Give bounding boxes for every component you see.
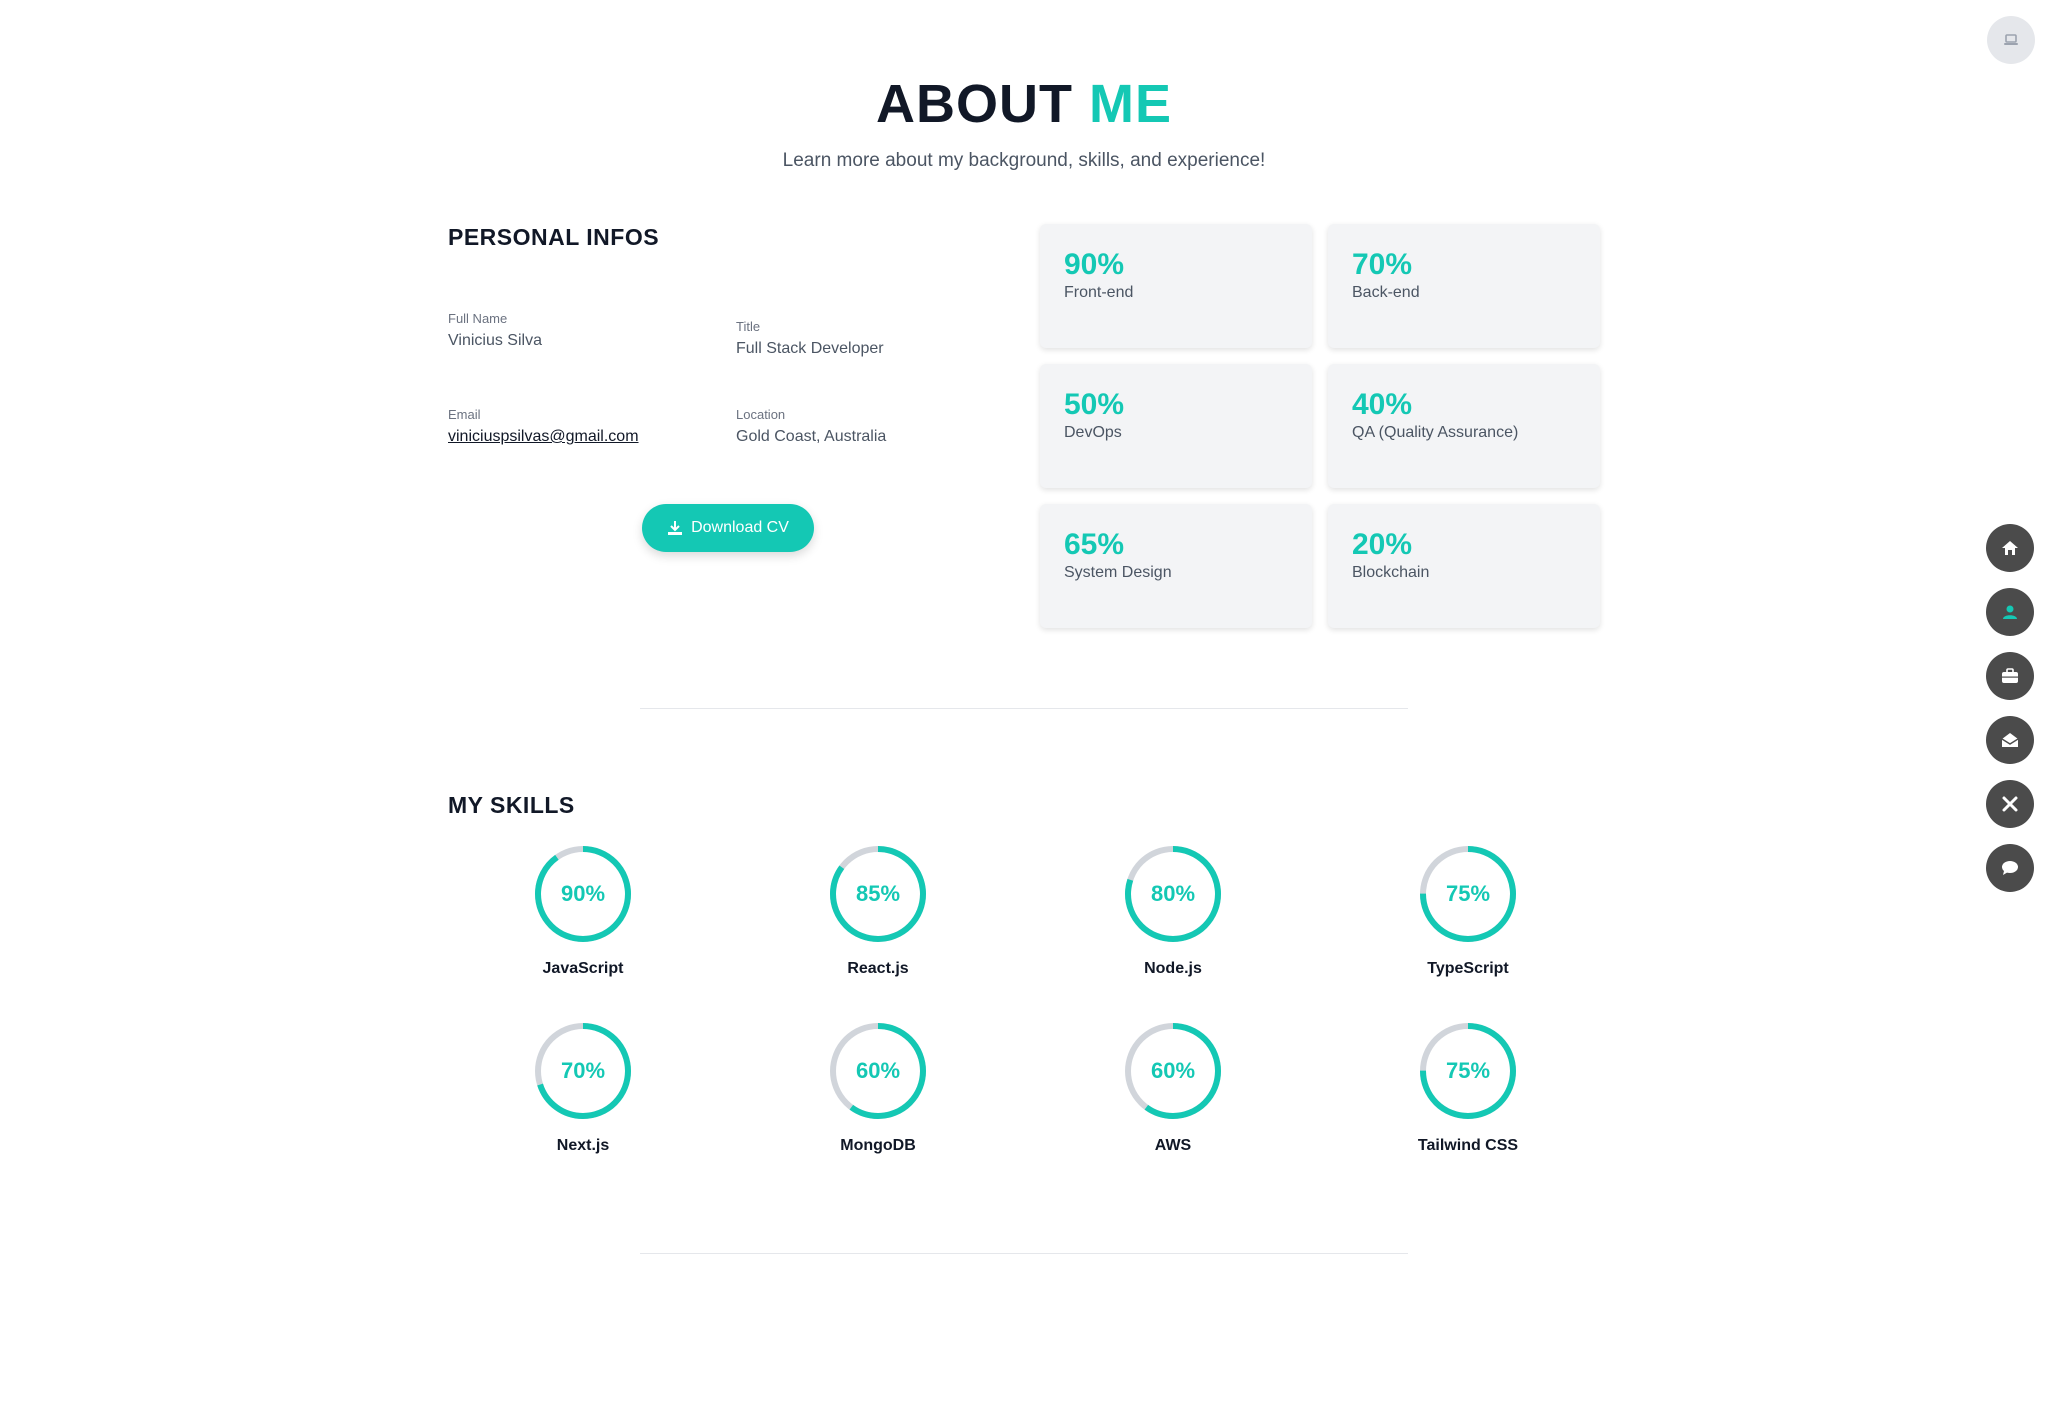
skill-item: 60% MongoDB — [788, 1021, 968, 1155]
skill-ring: 75% — [1418, 844, 1518, 944]
info-full-name: Full Name Vinicius Silva — [448, 311, 542, 350]
skill-item: 75% TypeScript — [1378, 844, 1558, 978]
stat-percent: 40% — [1352, 388, 1413, 421]
skill-item: 60% AWS — [1083, 1021, 1263, 1155]
section-divider — [640, 708, 1408, 709]
download-icon — [668, 521, 683, 535]
info-label: Full Name — [448, 311, 508, 326]
info-label: Location — [736, 407, 786, 422]
info-value: Gold Coast, Australia — [736, 428, 887, 445]
briefcase-icon — [2002, 668, 2018, 683]
info-location: Location Gold Coast, Australia — [736, 407, 886, 446]
info-label: Email — [448, 407, 481, 422]
stat-card: 70% Back-end — [1328, 224, 1600, 348]
stat-name: System Design — [1064, 564, 1172, 581]
side-nav — [1986, 524, 2034, 908]
stat-name: Blockchain — [1352, 564, 1430, 581]
skill-ring: 75% — [1418, 1021, 1518, 1121]
skill-percent: 75% — [1445, 881, 1491, 906]
download-cv-button[interactable]: Download CV — [642, 504, 814, 552]
stat-card: 90% Front-end — [1040, 224, 1312, 348]
stat-name: Back-end — [1352, 284, 1420, 301]
skill-ring: 80% — [1123, 844, 1223, 944]
personal-info-grid: Full Name Vinicius Silva Title Full Stac… — [448, 251, 1020, 451]
skill-item: 85% React.js — [788, 844, 968, 978]
skill-percent: 70% — [560, 1058, 606, 1083]
stats-grid: 90% Front-end 70% Back-end 50% DevOps 40… — [1040, 224, 1602, 628]
skill-item: 75% Tailwind CSS — [1378, 1021, 1558, 1155]
skill-name: JavaScript — [542, 960, 624, 977]
personal-infos: PERSONAL INFOS Full Name Vinicius Silva … — [448, 224, 1020, 451]
page-subtitle: Learn more about my background, skills, … — [782, 150, 1266, 171]
skills-title: MY SKILLS — [448, 792, 575, 818]
page-header: ABOUT ME Learn more about my background,… — [0, 72, 2048, 172]
nav-home-button[interactable] — [1986, 524, 2034, 572]
info-value: Full Stack Developer — [736, 340, 884, 357]
skill-name: TypeScript — [1427, 960, 1509, 977]
skill-ring: 60% — [1123, 1021, 1223, 1121]
skill-name: React.js — [847, 960, 909, 977]
stat-percent: 65% — [1064, 528, 1125, 561]
skill-percent: 75% — [1445, 1058, 1491, 1083]
section-divider — [640, 1253, 1408, 1254]
skill-percent: 85% — [855, 881, 901, 906]
stat-card: 20% Blockchain — [1328, 504, 1600, 628]
user-icon — [2003, 605, 2017, 619]
skill-percent: 80% — [1150, 881, 1196, 906]
mail-icon — [2001, 733, 2019, 747]
skill-ring: 60% — [828, 1021, 928, 1121]
email-link[interactable]: viniciuspsilvas@gmail.com — [448, 428, 639, 446]
nav-portfolio-button[interactable] — [1986, 652, 2034, 700]
about-page: ABOUT ME Learn more about my background,… — [0, 0, 2048, 1414]
stat-percent: 50% — [1064, 388, 1125, 421]
nav-about-button[interactable] — [1986, 588, 2034, 636]
stat-percent: 90% — [1064, 248, 1125, 281]
skill-percent: 90% — [560, 881, 606, 906]
stat-card: 50% DevOps — [1040, 364, 1312, 488]
stat-card: 65% System Design — [1040, 504, 1312, 628]
page-title-accent: ME — [1089, 74, 1172, 134]
skill-ring: 90% — [533, 844, 633, 944]
skill-percent: 60% — [855, 1058, 901, 1083]
skill-name: Tailwind CSS — [1417, 1137, 1519, 1154]
tools-icon — [2002, 796, 2018, 812]
stat-percent: 20% — [1352, 528, 1413, 561]
theme-toggle-button[interactable] — [1987, 16, 2035, 64]
skill-item: 90% JavaScript — [493, 844, 673, 978]
page-title: ABOUT ME — [0, 72, 2048, 136]
nav-contact-button[interactable] — [1986, 716, 2034, 764]
chat-icon — [2002, 861, 2018, 875]
stat-name: QA (Quality Assurance) — [1352, 424, 1519, 441]
info-value: Vinicius Silva — [448, 332, 542, 349]
personal-infos-title: PERSONAL INFOS — [448, 224, 660, 250]
stat-name: DevOps — [1064, 424, 1122, 441]
home-icon — [2002, 541, 2018, 555]
info-title: Title Full Stack Developer — [736, 319, 884, 358]
stat-percent: 70% — [1352, 248, 1413, 281]
download-cv-label: Download CV — [691, 519, 789, 536]
skill-item: 80% Node.js — [1083, 844, 1263, 978]
skill-name: AWS — [1154, 1137, 1192, 1154]
skill-ring: 85% — [828, 844, 928, 944]
skill-item: 70% Next.js — [493, 1021, 673, 1155]
info-label: Title — [736, 319, 761, 334]
stat-name: Front-end — [1064, 284, 1134, 301]
skill-name: Node.js — [1144, 960, 1202, 977]
laptop-icon — [2004, 34, 2018, 45]
nav-chat-button[interactable] — [1986, 844, 2034, 892]
skill-percent: 60% — [1150, 1058, 1196, 1083]
info-email: Email viniciuspsilvas@gmail.com — [448, 407, 639, 446]
nav-services-button[interactable] — [1986, 780, 2034, 828]
skill-ring: 70% — [533, 1021, 633, 1121]
stat-card: 40% QA (Quality Assurance) — [1328, 364, 1600, 488]
page-title-main: ABOUT — [876, 74, 1073, 134]
skill-name: Next.js — [556, 1137, 610, 1154]
skill-name: MongoDB — [840, 1137, 916, 1154]
